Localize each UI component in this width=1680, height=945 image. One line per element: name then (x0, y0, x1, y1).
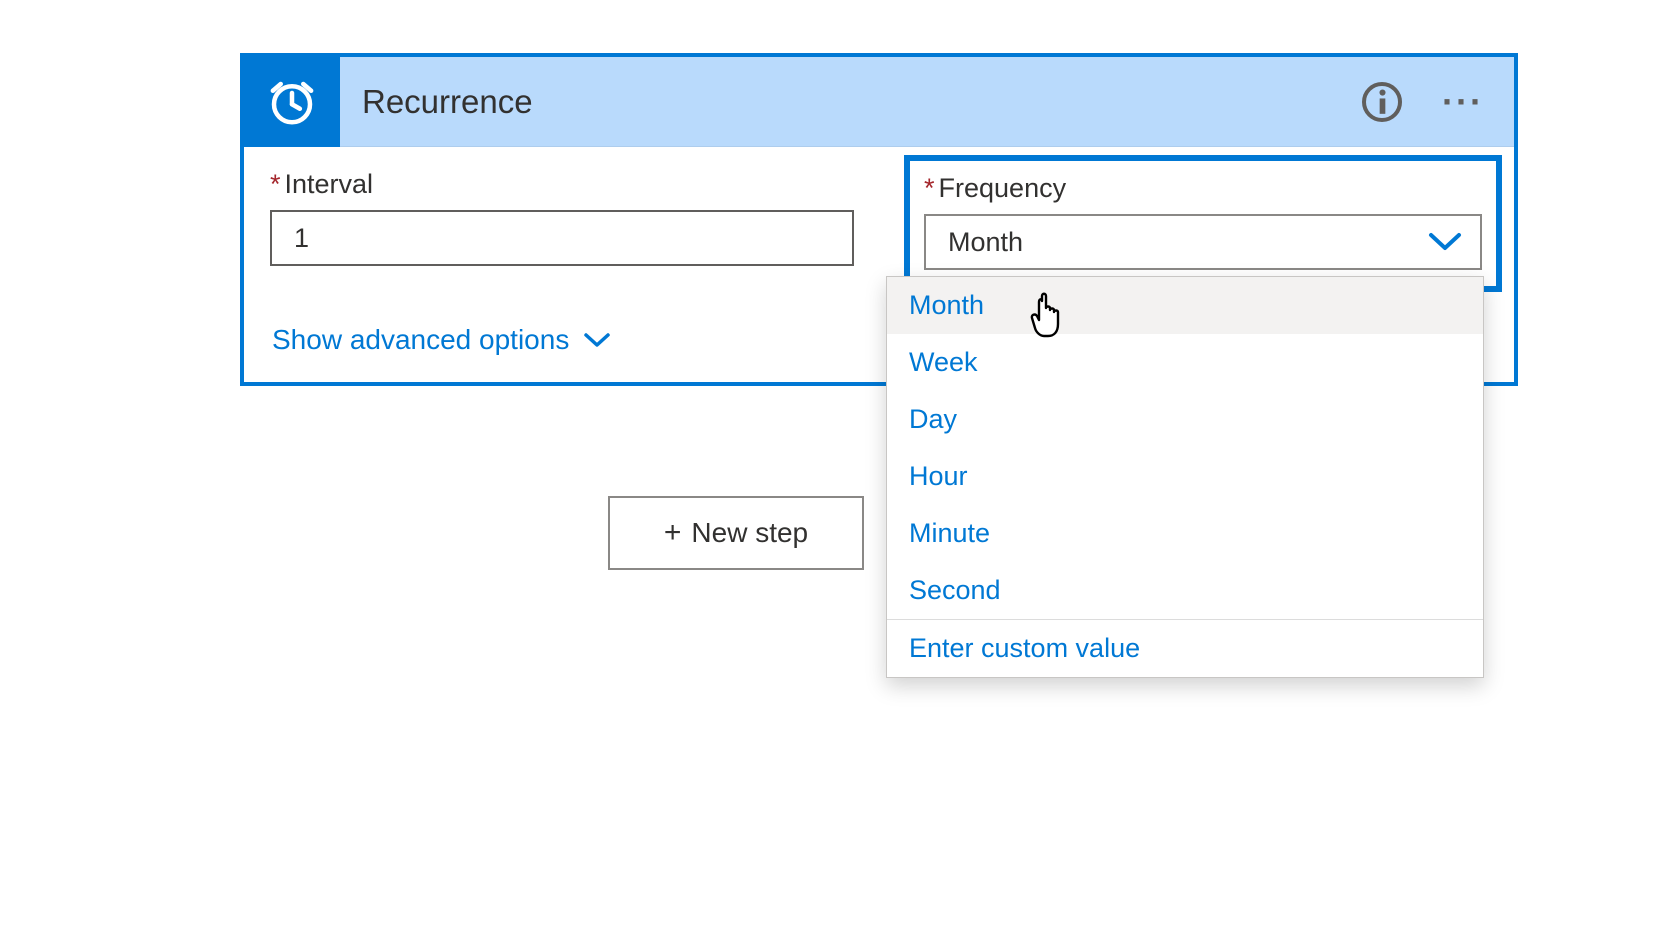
frequency-field: *Frequency Month (904, 169, 1488, 292)
new-step-button[interactable]: + New step (608, 496, 864, 570)
info-icon[interactable] (1362, 82, 1402, 122)
frequency-option-week[interactable]: Week (887, 334, 1483, 391)
show-advanced-options-link[interactable]: Show advanced options (272, 324, 611, 356)
frequency-option-day[interactable]: Day (887, 391, 1483, 448)
frequency-option-minute[interactable]: Minute (887, 505, 1483, 562)
interval-field: *Interval (270, 169, 854, 292)
frequency-select[interactable]: Month (924, 214, 1482, 270)
frequency-highlight: *Frequency Month (904, 155, 1502, 292)
frequency-option-second[interactable]: Second (887, 562, 1483, 619)
required-asterisk: * (924, 173, 935, 203)
new-step-label: New step (691, 517, 808, 549)
more-icon[interactable]: ··· (1442, 93, 1484, 111)
chevron-down-icon (1428, 231, 1462, 253)
frequency-selected-value: Month (948, 227, 1023, 258)
frequency-option-month[interactable]: Month (887, 277, 1483, 334)
frequency-label: *Frequency (924, 173, 1482, 204)
plus-icon: + (664, 516, 682, 550)
clock-icon (244, 57, 340, 147)
required-asterisk: * (270, 169, 281, 199)
header-actions: ··· (1362, 82, 1514, 122)
interval-input[interactable] (270, 210, 854, 266)
frequency-dropdown: Month Week Day Hour Minute Second Enter … (886, 276, 1484, 678)
chevron-down-icon (583, 331, 611, 349)
frequency-option-hour[interactable]: Hour (887, 448, 1483, 505)
advanced-link-label: Show advanced options (272, 324, 569, 356)
interval-label: *Interval (270, 169, 854, 200)
card-title: Recurrence (340, 83, 1362, 121)
card-header: Recurrence ··· (244, 57, 1514, 147)
frequency-option-custom[interactable]: Enter custom value (887, 620, 1483, 677)
